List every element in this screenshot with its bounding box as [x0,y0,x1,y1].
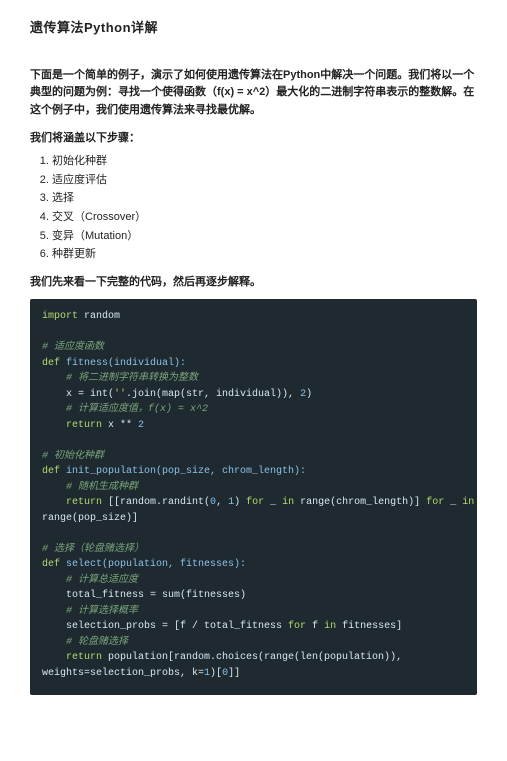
code-token: fitnesses] [336,621,402,632]
code-token: def [42,358,60,369]
code-token: fitness(individual): [60,358,186,369]
list-item: 变异（Mutation） [52,228,477,246]
code-token: init_population(pop_size, chrom_length): [60,466,306,477]
list-item: 交叉（Crossover） [52,209,477,227]
intro-paragraph: 下面是一个简单的例子，演示了如何使用遗传算法在Python中解决一个问题。我们将… [30,67,477,120]
code-token: .join(map(str, individual)), [126,389,300,400]
code-token: )[ [210,668,222,679]
code-token: [[random.randint( [102,497,210,508]
code-token: f [306,621,324,632]
steps-lead: 我们将涵盖以下步骤： [30,130,477,148]
list-item: 适应度评估 [52,172,477,190]
code-comment: # 计算选择概率 [42,606,138,617]
code-token: random [78,311,120,322]
code-token: total_fitness = sum(fitnesses) [42,590,246,601]
code-token: for [246,497,264,508]
code-token: selection_probs = [f / total_fitness [42,621,288,632]
code-block: import random # 适应度函数 def fitness(indivi… [30,299,477,695]
code-comment: # 轮盘赌选择 [42,637,128,648]
precode-paragraph: 我们先来看一下完整的代码，然后再逐步解释。 [30,274,477,292]
code-token: population[random.choices(range(len(popu… [102,652,402,663]
code-comment: # 将二进制字符串转换为整数 [42,373,198,384]
code-token: def [42,559,60,570]
code-token: return [42,652,102,663]
code-token: select(population, fitnesses): [60,559,246,570]
code-token: for [426,497,444,508]
code-comment: # 计算适应度值，f(x) = x^2 [42,404,208,415]
page-title: 遗传算法Python详解 [30,18,477,39]
code-comment: # 初始化种群 [42,451,104,462]
code-token: x ** [102,420,138,431]
code-token: '' [114,389,126,400]
code-token: import [42,311,78,322]
code-comment: # 适应度函数 [42,342,104,353]
code-token: _ [444,497,462,508]
list-item: 选择 [52,190,477,208]
code-token: return [42,497,102,508]
code-token: range(pop_size)] [42,513,138,524]
steps-list: 初始化种群 适应度评估 选择 交叉（Crossover） 变异（Mutation… [30,153,477,264]
code-token: range(chrom_length)] [294,497,426,508]
code-token: for [288,621,306,632]
code-token: return [42,420,102,431]
code-token: def [42,466,60,477]
list-item: 种群更新 [52,246,477,264]
code-token: ) [306,389,312,400]
code-token: ) [234,497,246,508]
code-token: in [324,621,336,632]
code-token: x = int( [42,389,114,400]
list-item: 初始化种群 [52,153,477,171]
code-token: weights=selection_probs, k= [42,668,204,679]
code-comment: # 计算总适应度 [42,575,138,586]
code-token: 2 [138,420,144,431]
code-comment: # 选择（轮盘赌选择） [42,544,144,555]
code-token: , [216,497,228,508]
code-comment: # 随机生成种群 [42,482,138,493]
code-token: ]] [228,668,240,679]
code-token: _ [264,497,282,508]
code-token: in [282,497,294,508]
code-token: in [462,497,474,508]
